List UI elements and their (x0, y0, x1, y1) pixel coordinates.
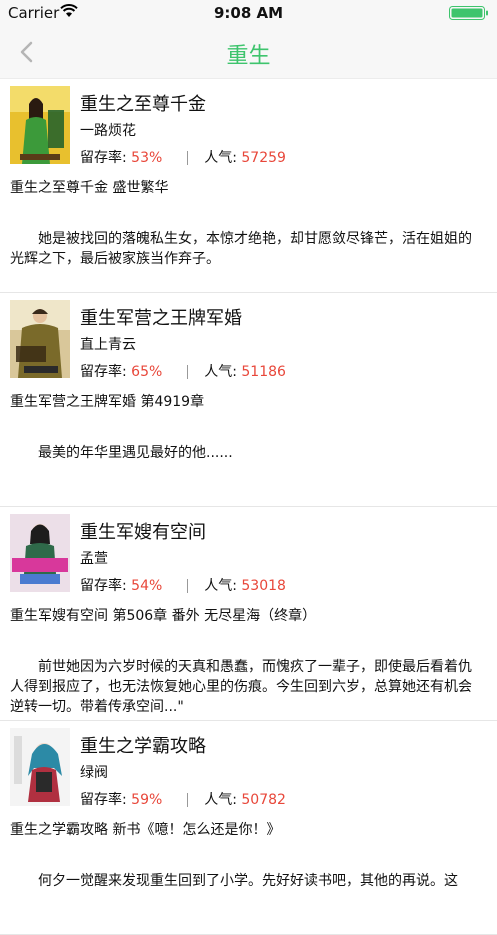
book-description: 何夕一觉醒来发现重生回到了小学。先好好读书吧，其他的再说。这 (38, 873, 458, 889)
status-bar: Carrier 9:08 AM (0, 0, 497, 26)
stats-divider (186, 151, 188, 165)
book-stats: 留存率: 65% 人气: 51186 (80, 361, 286, 381)
retention-label: 留存率: (80, 578, 127, 594)
book-list-item[interactable]: 重生之学霸攻略 绿阀 留存率: 59% 人气: 50782 重生之学霸攻略 新书… (0, 721, 497, 935)
retention-value: 59% (131, 792, 163, 808)
book-stats: 留存率: 59% 人气: 50782 (80, 789, 286, 809)
latest-chapter: 重生之至尊千金 盛世繁华 (10, 180, 169, 196)
popularity-label: 人气: (204, 578, 237, 594)
retention-label: 留存率: (80, 792, 127, 808)
book-stats: 留存率: 53% 人气: 57259 (80, 147, 286, 167)
latest-chapter: 重生军营之王牌军婚 第4919章 (10, 394, 205, 410)
book-list-item[interactable]: 重生之至尊千金 一路烦花 留存率: 53% 人气: 57259 重生之至尊千金 … (0, 79, 497, 293)
retention-value: 54% (131, 578, 163, 594)
latest-chapter: 重生之学霸攻略 新书《噫！怎么还是你！》 (10, 822, 281, 838)
book-title: 重生军营之王牌军婚 (80, 308, 242, 329)
book-list-item[interactable]: 重生军营之王牌军婚 直上青云 留存率: 65% 人气: 51186 重生军营之王… (0, 293, 497, 507)
popularity-label: 人气: (204, 364, 237, 380)
nav-bar: 重生 (0, 26, 497, 79)
latest-chapter: 重生军嫂有空间 第506章 番外 无尽星海（终章） (10, 608, 317, 624)
popularity-value: 57259 (241, 150, 286, 166)
book-list-item[interactable]: 重生军嫂有空间 孟萱 留存率: 54% 人气: 53018 重生军嫂有空间 第5… (0, 507, 497, 721)
book-title: 重生之学霸攻略 (80, 736, 206, 757)
retention-value: 65% (131, 364, 163, 380)
book-list: 重生之至尊千金 一路烦花 留存率: 53% 人气: 57259 重生之至尊千金 … (0, 79, 497, 935)
stats-divider (186, 579, 188, 593)
book-cover (10, 728, 70, 806)
book-author: 绿阀 (80, 765, 108, 781)
book-description: 最美的年华里遇见最好的他...... (38, 445, 233, 461)
stats-divider (186, 793, 188, 807)
book-author: 孟萱 (80, 551, 108, 567)
book-title: 重生军嫂有空间 (80, 522, 206, 543)
book-author: 直上青云 (80, 337, 136, 353)
book-title: 重生之至尊千金 (80, 94, 206, 115)
retention-label: 留存率: (80, 150, 127, 166)
retention-value: 53% (131, 150, 163, 166)
popularity-label: 人气: (204, 792, 237, 808)
book-cover (10, 514, 70, 592)
book-author: 一路烦花 (80, 123, 136, 139)
popularity-value: 51186 (241, 364, 286, 380)
retention-label: 留存率: (80, 364, 127, 380)
book-cover (10, 86, 70, 164)
page-title: 重生 (226, 44, 271, 69)
popularity-label: 人气: (204, 150, 237, 166)
book-description: 前世她因为六岁时候的天真和愚蠢，而愧疚了一辈子，即使最后看着仇人得到报应了，也无… (10, 659, 472, 715)
clock: 9:08 AM (213, 4, 284, 22)
book-cover (10, 300, 70, 378)
popularity-value: 50782 (241, 792, 286, 808)
stats-divider (186, 365, 188, 379)
popularity-value: 53018 (241, 578, 286, 594)
battery-icon (449, 6, 488, 20)
book-description: 她是被找回的落魄私生女，本惊才绝艳，却甘愿敛尽锋芒，活在姐姐的光辉之下，最后被家… (10, 231, 472, 267)
book-stats: 留存率: 54% 人气: 53018 (80, 575, 286, 595)
